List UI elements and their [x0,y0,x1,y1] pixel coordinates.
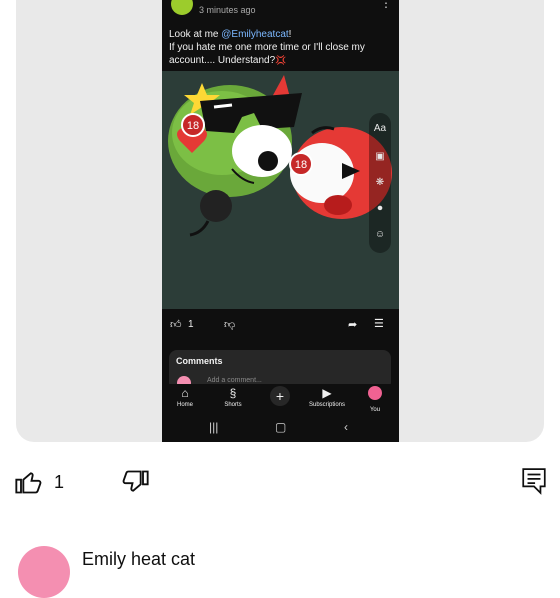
dislike-icon[interactable] [122,468,150,496]
caption-icon[interactable]: ▣ [369,151,391,162]
like-icon[interactable]: 👍︎ [170,318,182,331]
post-text-suffix: ! [288,29,292,40]
nav-subscriptions-label: Subscriptions [308,402,346,408]
comments-icon[interactable] [521,467,547,495]
add-comment-input[interactable]: Add a comment... [207,377,262,384]
nav-create[interactable]: + [258,386,302,406]
age-badge-1: 18 [187,120,199,132]
sticker-illustration: 18 18 [168,75,392,237]
post-author-avatar[interactable] [171,0,193,15]
dislike-icon[interactable]: 👎︎ [224,318,235,331]
effects-icon[interactable]: ❋ [369,177,391,188]
like-count: 1 [188,319,194,330]
nav-home[interactable]: ⌂ Home [163,386,207,408]
mention-link[interactable]: @Emilyheatcat [221,29,288,40]
sticker-icon[interactable]: ☺ [369,229,391,240]
recent-apps-icon[interactable]: ||| [209,420,218,434]
text-tool-button[interactable]: Aa [369,123,391,134]
home-icon: ⌂ [181,386,189,400]
age-badge-2: 18 [295,159,307,171]
post-time: 3 minutes ago [199,5,256,15]
nav-you[interactable]: You [353,386,397,413]
embedded-phone-screenshot: 3 minutes ago ⋮ Look at me @Emilyheatcat… [162,0,399,442]
mic-blob [200,190,232,222]
author-avatar[interactable] [18,546,70,598]
share-icon[interactable]: ➦ [348,318,357,331]
comments-icon[interactable]: ☰ [374,317,384,330]
subscriptions-icon: ▶ [322,386,332,400]
post-actions: 👍︎ 1 👎︎ ➦ ☰ [162,310,399,340]
green-character-sticker [168,75,302,197]
anger-emoji: 💢 [275,55,287,65]
profile-avatar-icon [368,386,382,400]
nav-home-label: Home [176,402,193,408]
system-navigation-bar: ||| ▢ ‹ [162,416,399,442]
author-row: Emily heat cat [0,540,560,598]
nav-subscriptions[interactable]: ▶ Subscriptions [305,386,349,408]
nav-you-label: You [369,407,381,413]
microphone-icon[interactable]: ⏺ [369,203,391,214]
post-image[interactable]: 18 18 Aa ▣ ❋ ⏺ ☺ [162,71,399,309]
like-icon[interactable] [14,468,42,496]
nav-shorts[interactable]: § Shorts [211,386,255,408]
post-text-line2: If you hate me one more time or I'll clo… [169,42,365,66]
bottom-action-bar: 1 [0,462,560,502]
post-text-prefix: Look at me [169,29,222,40]
post-header: 3 minutes ago ⋮ [162,0,399,24]
nav-shorts-label: Shorts [224,402,242,408]
plus-icon: + [270,386,290,406]
bottom-navigation: ⌂ Home § Shorts + ▶ Subscriptions You [162,384,399,416]
post-text: Look at me @Emilyheatcat! If you hate me… [169,28,391,67]
home-button-icon[interactable]: ▢ [275,420,286,434]
comments-title: Comments [176,356,223,366]
shorts-icon: § [229,386,237,400]
back-icon[interactable]: ‹ [344,420,348,434]
like-count: 1 [54,472,65,492]
editor-toolbar: Aa ▣ ❋ ⏺ ☺ [369,113,391,253]
more-options-icon[interactable]: ⋮ [380,0,392,10]
